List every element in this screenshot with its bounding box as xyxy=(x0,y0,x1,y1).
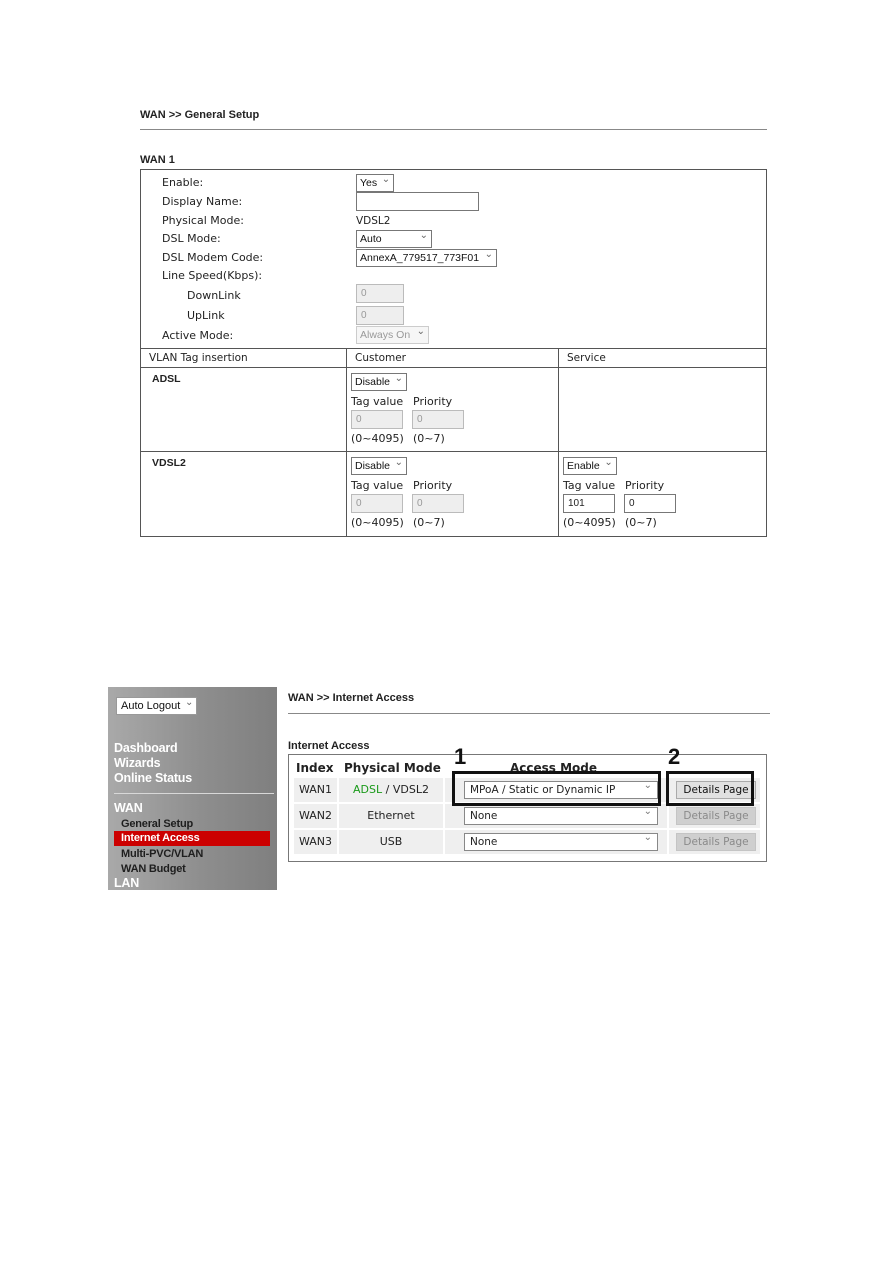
line-speed-label: Line Speed(Kbps): xyxy=(162,269,263,282)
tag-value-label: Tag value xyxy=(351,395,404,408)
tag-value-label: Tag value xyxy=(351,479,404,492)
sidebar-group-lan[interactable]: LAN xyxy=(114,876,139,890)
vdsl2-customer-cell: Disable Tag value Priority 00 (0~4095) (0~… xyxy=(347,452,559,536)
tag-range-hint: (0~4095) xyxy=(351,432,404,445)
uplink-label: UpLink xyxy=(187,309,225,322)
priority-label: Priority xyxy=(413,395,453,408)
vdsl2-service-state-select[interactable]: Enable xyxy=(563,455,617,475)
physical-mode-cell: ADSL / VDSL2 xyxy=(339,778,443,802)
adsl-service-cell xyxy=(559,368,766,452)
sidebar-item-dashboard[interactable]: Dashboard xyxy=(114,741,178,755)
adsl-customer-tag-input[interactable]: 0 xyxy=(351,410,403,429)
wan1-settings-table: Enable: Yes Display Name: Physical Mode:… xyxy=(140,169,767,537)
wan1-form: Enable: Yes Display Name: Physical Mode:… xyxy=(141,170,766,348)
active-mode-label: Active Mode: xyxy=(162,329,234,342)
tag-value-label: Tag value xyxy=(563,479,616,492)
downlink-label: DownLink xyxy=(187,289,241,302)
enable-select[interactable]: Yes xyxy=(356,172,395,192)
table-row: WAN2 Ethernet None Details Page xyxy=(294,804,760,828)
page-title: WAN >> General Setup xyxy=(140,109,260,121)
section-title: Internet Access xyxy=(288,740,370,752)
auto-logout-select[interactable]: Auto Logout xyxy=(116,695,198,715)
vdsl2-service-priority-input[interactable]: 0 xyxy=(624,494,676,513)
mode-separator: / xyxy=(382,783,393,796)
enable-select-value[interactable]: Yes xyxy=(356,172,395,192)
vdsl2-service-cell: Enable Tag value Priority 101 0 (0~4095) (0… xyxy=(559,452,766,536)
vdsl2-mode-text: VDSL2 xyxy=(392,783,429,796)
dsl-mode-select[interactable]: Auto xyxy=(356,228,432,248)
sidebar-item-internet-access[interactable]: Internet Access xyxy=(114,831,270,846)
vdsl2-service-tag-input[interactable]: 101 xyxy=(563,494,615,513)
adsl-customer-cell: Disable Tag value Priority 00 (0~4095) (0~… xyxy=(347,368,559,452)
index-cell: WAN2 xyxy=(294,804,337,828)
sidebar-divider xyxy=(114,793,274,794)
vlan-header-customer: Customer xyxy=(347,349,559,368)
page-title: WAN >> Internet Access xyxy=(288,692,415,704)
dsl-modem-code-select[interactable]: AnnexA_779517_773F01 xyxy=(356,247,497,267)
tag-range-hint: (0~4095) xyxy=(351,516,404,529)
vdsl2-customer-priority-input[interactable]: 0 xyxy=(412,494,464,513)
active-mode-select[interactable]: Always On xyxy=(356,324,429,344)
priority-label: Priority xyxy=(413,479,453,492)
adsl-customer-state-select[interactable]: Disable xyxy=(351,371,408,391)
vdsl2-customer-state-select[interactable]: Disable xyxy=(351,455,408,475)
table-row: WAN3 USB None Details Page xyxy=(294,830,760,854)
index-cell: WAN1 xyxy=(294,778,337,802)
internet-access-panel: WAN >> Internet Access Internet Access I… xyxy=(288,692,770,862)
tag-range-hint: (0~4095) xyxy=(563,516,616,529)
header-index: Index xyxy=(296,761,334,775)
index-cell: WAN3 xyxy=(294,830,337,854)
wan-general-setup-panel: WAN >> General Setup WAN 1 Enable: Yes D… xyxy=(140,108,767,537)
dsl-mode-label: DSL Mode: xyxy=(162,232,221,245)
adsl-mode-text: ADSL xyxy=(353,783,383,796)
sidebar-item-wan-budget[interactable]: WAN Budget xyxy=(121,863,186,875)
wan3-access-mode-select[interactable]: None xyxy=(464,830,658,851)
priority-range-hint: (0~7) xyxy=(625,516,657,529)
wan3-details-page-button[interactable]: Details Page xyxy=(676,833,756,851)
title-divider xyxy=(140,129,767,130)
dsl-modem-code-label: DSL Modem Code: xyxy=(162,251,264,264)
section-title: WAN 1 xyxy=(140,154,175,166)
vdsl2-customer-tag-input[interactable]: 0 xyxy=(351,494,403,513)
physical-mode-cell: USB xyxy=(339,830,443,854)
vlan-header-service: Service xyxy=(559,349,766,368)
sidebar-item-multi-pvc-vlan[interactable]: Multi-PVC/VLAN xyxy=(121,848,203,860)
sidebar-item-online-status[interactable]: Online Status xyxy=(114,771,192,785)
physical-mode-value: VDSL2 xyxy=(356,215,391,227)
sidebar-item-general-setup[interactable]: General Setup xyxy=(121,818,193,830)
downlink-input[interactable]: 0 xyxy=(356,284,404,303)
priority-range-hint: (0~7) xyxy=(413,516,445,529)
physical-mode-cell: Ethernet xyxy=(339,804,443,828)
callout-number-1: 1 xyxy=(454,744,467,769)
display-name-input[interactable] xyxy=(356,192,479,211)
uplink-input[interactable]: 0 xyxy=(356,306,404,325)
vlan-header-insertion: VLAN Tag insertion xyxy=(141,349,347,368)
callout-box-2 xyxy=(666,771,754,806)
wan2-details-page-button[interactable]: Details Page xyxy=(676,807,756,825)
sidebar: Auto Logout Dashboard Wizards Online Sta… xyxy=(108,687,277,890)
wan2-access-mode-select[interactable]: None xyxy=(464,804,658,825)
display-name-label: Display Name: xyxy=(162,195,243,208)
sidebar-item-wizards[interactable]: Wizards xyxy=(114,756,161,770)
enable-label: Enable: xyxy=(162,176,204,189)
title-divider xyxy=(288,713,770,714)
vlan-tag-table: VLAN Tag insertion Customer Service ADSL… xyxy=(141,348,766,536)
callout-number-2: 2 xyxy=(668,744,681,769)
vlan-row-adsl-label: ADSL xyxy=(141,368,347,452)
priority-range-hint: (0~7) xyxy=(413,432,445,445)
adsl-customer-priority-input[interactable]: 0 xyxy=(412,410,464,429)
priority-label: Priority xyxy=(625,479,665,492)
physical-mode-label: Physical Mode: xyxy=(162,214,244,227)
sidebar-group-wan[interactable]: WAN xyxy=(114,801,143,815)
header-physical-mode: Physical Mode xyxy=(344,761,441,775)
vlan-row-vdsl2-label: VDSL2 xyxy=(141,452,347,536)
callout-box-1 xyxy=(452,771,661,806)
